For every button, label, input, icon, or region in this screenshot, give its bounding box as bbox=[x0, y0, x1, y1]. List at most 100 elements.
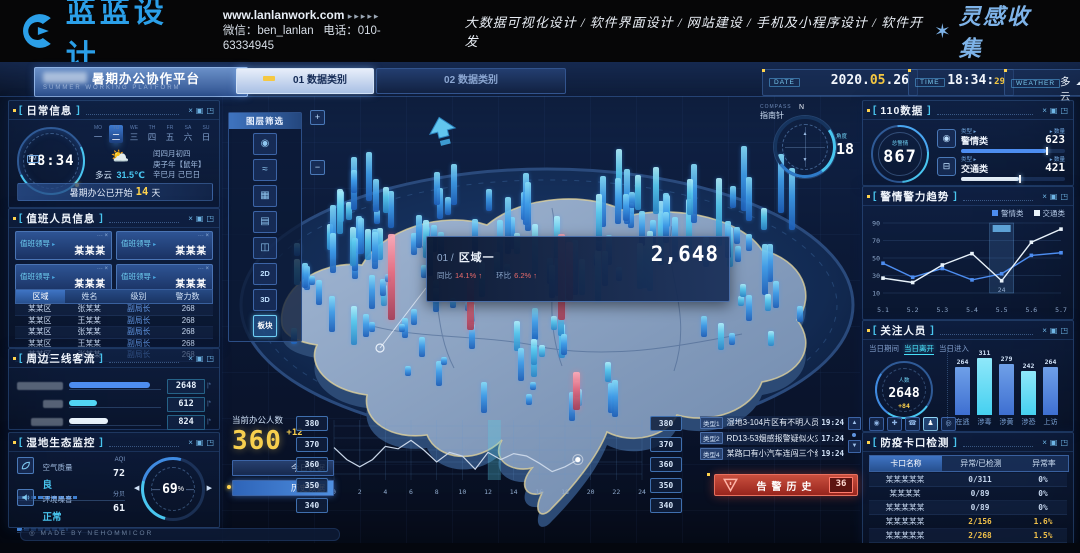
compass-widget: COMPASS 指南针 N ▲ ▼ 角度 18 bbox=[760, 104, 860, 198]
item-label: 空气质量 bbox=[42, 463, 72, 472]
map-data-bar bbox=[337, 189, 343, 234]
redacted-line-label bbox=[17, 382, 63, 390]
close-icon[interactable]: × bbox=[188, 354, 193, 364]
layer-button-mode-area[interactable]: 板块 bbox=[253, 315, 277, 337]
arrow-left-icon[interactable]: ◀ bbox=[134, 484, 139, 492]
close-icon[interactable]: × bbox=[1042, 192, 1047, 202]
gauge-value: 69 bbox=[162, 482, 178, 497]
window-icon[interactable]: ▣ bbox=[196, 214, 204, 224]
map-data-bar bbox=[773, 281, 779, 308]
scroll-thumb[interactable] bbox=[852, 433, 856, 437]
tab-data-category-1[interactable]: 01 数据类别 bbox=[236, 68, 374, 94]
duty-leader-card[interactable]: 值班领导 ▸··· ×某某某 bbox=[116, 231, 213, 260]
radar-icon: ≈ bbox=[262, 164, 268, 175]
banner-contact: www.lanlanwork.com ▸▸▸▸▸ 微信：ben_lanlan 电… bbox=[223, 8, 431, 54]
alert-history-banner[interactable]: 告警历史 36 bbox=[714, 474, 858, 496]
focus-bar: 264 上访 bbox=[1043, 358, 1058, 427]
focus-bar: 242 涉恐 bbox=[1021, 362, 1036, 427]
layer-button-list[interactable]: ▤ bbox=[253, 211, 277, 233]
expand-icon[interactable]: ◳ bbox=[1060, 438, 1068, 448]
expand-icon[interactable]: ◳ bbox=[1060, 326, 1068, 336]
alert-row[interactable]: 类型2RD13-53烟感报警疑似火灾17:24 bbox=[700, 432, 844, 445]
total-gauge: 总警情 867 bbox=[871, 125, 929, 183]
alert-row[interactable]: 类型1湿地3-104片区有不明人员闯入19:24 bbox=[700, 416, 844, 429]
map-data-bar bbox=[738, 296, 744, 306]
expand-icon[interactable]: ◳ bbox=[206, 214, 214, 224]
map-data-bar bbox=[329, 296, 335, 332]
zoom-in-button[interactable]: + bbox=[310, 110, 325, 125]
arrow-right-icon[interactable]: ▶ bbox=[207, 484, 212, 492]
map-data-bar bbox=[539, 345, 545, 357]
lunar-calendar: 闰四月初四庚子年【鼠年】辛巳月 己巳日 bbox=[153, 149, 206, 181]
svg-text:10: 10 bbox=[458, 488, 466, 496]
zoom-out-button[interactable]: − bbox=[310, 160, 325, 175]
weekday-5[interactable]: SA六 bbox=[181, 125, 195, 143]
layer-button-mode-3d[interactable]: 3D bbox=[253, 289, 277, 311]
map-data-bar bbox=[518, 348, 524, 381]
scroll-up-icon[interactable]: ▲ bbox=[848, 417, 861, 430]
banner-url[interactable]: www.lanlanwork.com bbox=[223, 8, 345, 22]
window-icon[interactable]: ▣ bbox=[196, 354, 204, 364]
checkpoint-header: 卡口名称异常/已检测异常率 bbox=[869, 455, 1069, 472]
lanlan-logo-icon bbox=[18, 11, 58, 51]
phone-icon[interactable]: ☎ bbox=[905, 417, 920, 431]
focus-tab[interactable]: 当日期间 bbox=[869, 343, 899, 355]
date-plate: DATE 2020.05.26 bbox=[762, 69, 918, 96]
window-icon[interactable]: ▣ bbox=[196, 438, 204, 448]
panel-title: 防疫卡口检测 bbox=[880, 435, 949, 450]
tab-data-category-2[interactable]: 02 数据类别 bbox=[376, 68, 566, 94]
focus-tab[interactable]: 当日离开 bbox=[904, 343, 934, 355]
platform-title-plate: 暑期办公协作平台 SUMMER WORKING PLATFORM bbox=[34, 67, 248, 97]
layer-button-camera[interactable]: ◉ bbox=[253, 133, 277, 155]
close-icon[interactable]: × bbox=[1042, 106, 1047, 116]
compass-ring[interactable]: ▲ ▼ bbox=[774, 116, 836, 178]
svg-text:70: 70 bbox=[872, 237, 880, 245]
weather-widget: ⛅ 多云 31.5℃ bbox=[91, 147, 149, 183]
weekday-3[interactable]: TH四 bbox=[145, 125, 159, 143]
close-icon[interactable]: × bbox=[188, 214, 193, 224]
focus-filter-icons: ◉✚☎♟◎ bbox=[869, 417, 956, 431]
weekday-2[interactable]: WE三 bbox=[127, 125, 141, 143]
window-icon[interactable]: ▣ bbox=[1050, 192, 1058, 202]
expand-icon[interactable]: ◳ bbox=[1060, 192, 1068, 202]
window-icon[interactable]: ▣ bbox=[1050, 106, 1058, 116]
person-icon[interactable]: ♟ bbox=[923, 417, 938, 431]
chart-icon[interactable]: ◉ bbox=[869, 417, 884, 431]
expand-icon[interactable]: ◳ bbox=[206, 354, 214, 364]
car-icon: ⊟ bbox=[937, 157, 956, 176]
pen-icon[interactable]: ✚ bbox=[887, 417, 902, 431]
layer-button-grid[interactable]: ▦ bbox=[253, 185, 277, 207]
inspiration-collect[interactable]: ✶ 灵感收集 bbox=[934, 0, 1054, 63]
expand-icon[interactable]: ◳ bbox=[206, 438, 214, 448]
window-icon[interactable]: ▣ bbox=[1050, 326, 1058, 336]
close-icon[interactable]: × bbox=[1042, 326, 1047, 336]
svg-text:90: 90 bbox=[872, 220, 880, 228]
redacted-line-label bbox=[43, 400, 63, 408]
weekday-1[interactable]: TU二 bbox=[109, 125, 123, 143]
chevron-up-icon[interactable]: ▲ bbox=[803, 131, 808, 137]
duty-table-row: 某某区王某某副局长268 bbox=[15, 316, 213, 328]
alert-list: 类型1湿地3-104片区有不明人员闯入19:24 类型2RD13-53烟感报警疑似… bbox=[700, 416, 844, 463]
window-icon[interactable]: ▣ bbox=[1050, 438, 1058, 448]
layer-button-radar[interactable]: ≈ bbox=[253, 159, 277, 181]
close-icon[interactable]: × bbox=[1042, 438, 1047, 448]
map-data-bar bbox=[481, 382, 487, 413]
weekday-6[interactable]: SU日 bbox=[199, 125, 213, 143]
expand-icon[interactable]: ◳ bbox=[1060, 106, 1068, 116]
weekday-4[interactable]: FR五 bbox=[163, 125, 177, 143]
layer-button-blocks[interactable]: ◫ bbox=[253, 237, 277, 259]
map-data-bar bbox=[350, 227, 356, 266]
chevron-down-icon[interactable]: ▼ bbox=[803, 157, 808, 163]
scroll-down-icon[interactable]: ▼ bbox=[848, 440, 861, 453]
window-icon[interactable]: ▣ bbox=[196, 106, 204, 116]
layer-button-mode-2d[interactable]: 2D bbox=[253, 263, 277, 285]
alert-row[interactable]: 类型4某路口有小汽车连闯三个红灯19:24 bbox=[700, 447, 844, 460]
close-icon[interactable]: × bbox=[188, 106, 193, 116]
close-icon[interactable]: × bbox=[188, 438, 193, 448]
svg-text:50: 50 bbox=[872, 255, 880, 263]
svg-text:4: 4 bbox=[383, 488, 387, 496]
weekday-0[interactable]: MO一 bbox=[91, 125, 105, 143]
expand-icon[interactable]: ◳ bbox=[206, 106, 214, 116]
duty-leader-card[interactable]: 值班领导 ▸··· ×某某某 bbox=[15, 231, 112, 260]
map-data-bar bbox=[525, 182, 531, 231]
